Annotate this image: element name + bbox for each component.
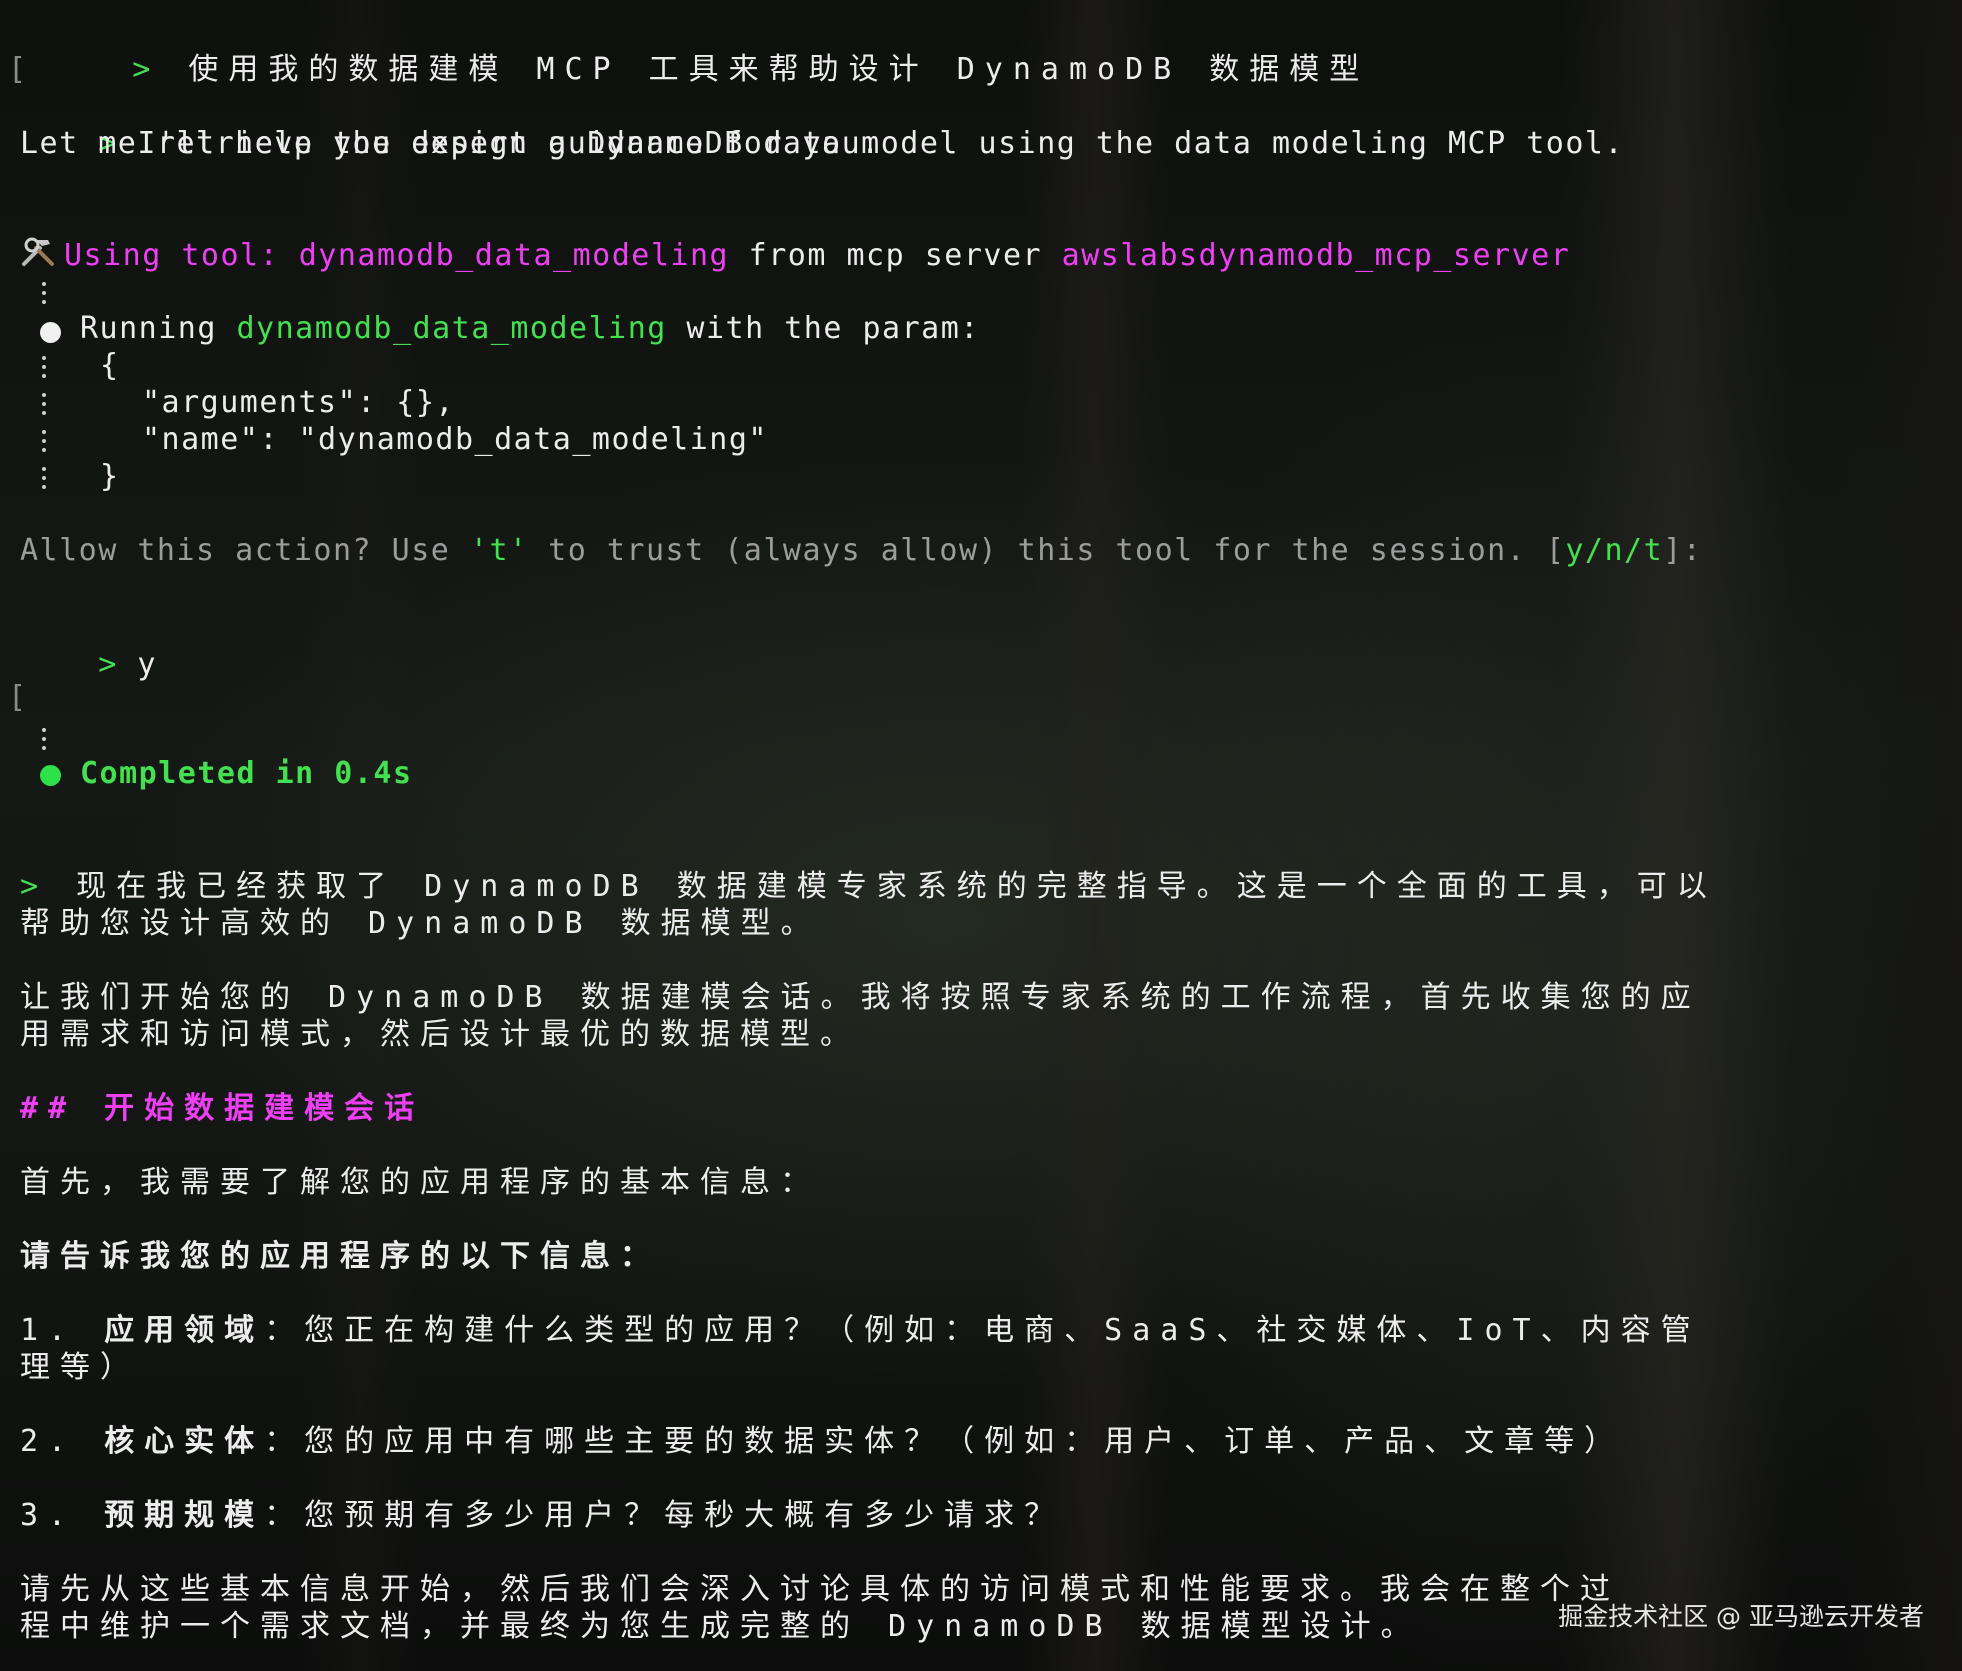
json-close: } — [100, 459, 120, 494]
vertical-dots-icon — [42, 430, 48, 454]
allow-text-2: to trust (always allow) this tool for th… — [528, 533, 1546, 568]
allow-options: y/n/t — [1565, 533, 1664, 568]
list-item-text: ：您正在构建什么类型的应用？（例如：电商、SaaS、社交媒体、IoT、内容管 — [264, 1313, 1701, 1348]
prompt-symbol: > — [20, 869, 49, 904]
list-item-number: 3. — [20, 1498, 77, 1533]
section-heading: ## 开始数据建模会话 — [20, 1091, 425, 1126]
list-item: 1. 应用领域：您正在构建什么类型的应用？（例如：电商、SaaS、社交媒体、Io… — [20, 1312, 1942, 1349]
list-item: 3. 预期规模：您预期有多少用户？每秒大概有多少请求？ — [20, 1497, 1942, 1534]
prompt-symbol: > — [98, 647, 118, 682]
completed-status: Completed in 0.4s — [80, 756, 413, 791]
list-item-number: 2. — [20, 1424, 77, 1459]
command-text: 使用我的数据建模 MCP 工具来帮助设计 DynamoDB 数据模型 — [188, 52, 1370, 87]
using-tool-label: Using tool: — [64, 238, 280, 273]
list-item-number: 1. — [20, 1313, 77, 1348]
list-item-label: 核心实体 — [104, 1424, 265, 1459]
gutter-bracket: [ — [8, 680, 27, 715]
bracket-open: [ — [1545, 533, 1566, 568]
list-item: 2. 核心实体：您的应用中有哪些主要的数据实体？（例如：用户、订单、产品、文章等… — [20, 1423, 1942, 1460]
bracket-close: ]: — [1663, 533, 1703, 568]
response-para1-line1: > 现在我已经获取了 DynamoDB 数据建模专家系统的完整指导。这是一个全面… — [20, 868, 1942, 905]
allow-action-prompt: Allow this action? Use 't' to trust (alw… — [20, 532, 1942, 569]
list-item-label: 应用领域 — [104, 1313, 265, 1348]
assistant-intro-line-2: Let me retrieve the expert guidance for … — [20, 126, 881, 161]
allow-text: Allow this action? Use — [20, 533, 470, 568]
json-name: "name": "dynamodb_data_modeling" — [142, 422, 768, 457]
vertical-dots-icon — [42, 356, 48, 380]
watermark: 掘金技术社区 @ 亚马逊云开发者 — [1558, 1602, 1924, 1631]
response-text: 现在我已经获取了 DynamoDB 数据建模专家系统的完整指导。这是一个全面的工… — [76, 869, 1717, 904]
prompt-symbol: > — [132, 52, 161, 87]
gutter-bracket: [ — [8, 52, 27, 87]
from-server-text: from mcp server — [748, 238, 1043, 273]
vertical-dots-icon — [42, 393, 48, 417]
response-para2-line1: 让我们开始您的 DynamoDB 数据建模会话。我将按照专家系统的工作流程，首先… — [20, 980, 1701, 1015]
user-reply-line[interactable]: > y — [20, 609, 1942, 720]
running-tool-name: dynamodb_data_modeling — [236, 311, 667, 346]
vertical-dots-icon — [42, 282, 48, 306]
hammer-wrench-icon — [20, 236, 64, 277]
list-item-text: ：您预期有多少用户？每秒大概有多少请求？ — [264, 1498, 1065, 1533]
vertical-dots-icon — [42, 467, 48, 491]
list-item-label: 预期规模 — [104, 1498, 265, 1533]
request-info-heading: 请告诉我您的应用程序的以下信息： — [20, 1239, 660, 1274]
user-reply-text: y — [137, 647, 157, 682]
json-arguments: "arguments": {}, — [142, 385, 455, 420]
vertical-dots-icon — [42, 728, 48, 752]
list-item-continuation: 理等） — [20, 1350, 140, 1385]
running-line: Running dynamodb_data_modeling with the … — [80, 310, 1942, 347]
json-open: { — [100, 348, 120, 383]
running-prefix: Running — [80, 311, 217, 346]
tool-usage-line: Using tool: dynamodb_data_modeling from … — [20, 236, 1942, 277]
trust-key: 't' — [469, 533, 529, 568]
response-para1-line2: 帮助您设计高效的 DynamoDB 数据模型。 — [20, 906, 821, 941]
list-item-text: ：您的应用中有哪些主要的数据实体？（例如：用户、订单、产品、文章等） — [264, 1424, 1625, 1459]
response-para3: 首先，我需要了解您的应用程序的基本信息： — [20, 1165, 820, 1200]
server-name: awslabsdynamodb_mcp_server — [1061, 238, 1571, 273]
running-suffix: with the param: — [686, 311, 980, 346]
status-dot-icon — [40, 322, 61, 343]
tool-name: dynamodb_data_modeling — [298, 238, 730, 273]
completed-dot-icon — [40, 765, 61, 786]
response-para2-line2: 用需求和访问模式，然后设计最优的数据模型。 — [20, 1017, 860, 1052]
